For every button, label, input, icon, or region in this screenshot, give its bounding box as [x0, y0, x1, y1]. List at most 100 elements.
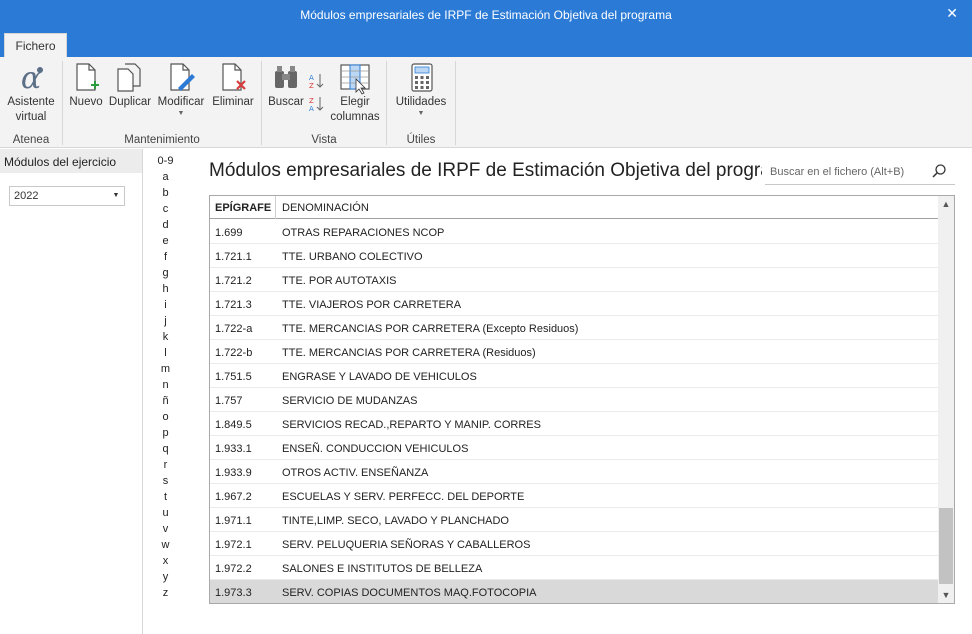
- alphabet-letter[interactable]: u: [144, 507, 187, 519]
- alphabet-letter[interactable]: x: [144, 555, 187, 567]
- binoculars-icon: [275, 66, 297, 88]
- duplicar-button[interactable]: Duplicar: [107, 61, 153, 110]
- page-title: Módulos empresariales de IRPF de Estimac…: [209, 160, 762, 181]
- alphabet-letter[interactable]: p: [144, 427, 187, 439]
- table-row[interactable]: 1.933.9 OTROS ACTIV. ENSEÑANZA: [210, 460, 938, 484]
- group-label-utiles: Útiles: [406, 134, 436, 146]
- table-row[interactable]: 1.722-b TTE. MERCANCIAS POR CARRETERA (Re…: [210, 340, 938, 364]
- eliminar-label: Eliminar: [212, 96, 254, 108]
- window-title: Módulos empresariales de IRPF de Estimac…: [300, 8, 672, 22]
- cell-denominacion: TTE. VIAJEROS POR CARRETERA: [282, 299, 462, 311]
- eliminar-button[interactable]: Eliminar: [209, 61, 257, 110]
- alphabet-letter[interactable]: s: [144, 475, 187, 487]
- table-row[interactable]: 1.967.2 ESCUELAS Y SERV. PERFECC. DEL DEP…: [210, 484, 938, 508]
- alphabet-letter[interactable]: k: [144, 331, 187, 343]
- alphabet-letter[interactable]: z: [144, 587, 187, 599]
- table-row[interactable]: 1.721.3 TTE. VIAJEROS POR CARRETERA: [210, 292, 938, 316]
- alphabet-letter[interactable]: n: [144, 379, 187, 391]
- table-row[interactable]: 1.721.1 TTE. URBANO COLECTIVO: [210, 244, 938, 268]
- chevron-down-icon[interactable]: ▼: [108, 187, 124, 205]
- alphabet-letter[interactable]: h: [144, 283, 187, 295]
- table-row[interactable]: 1.849.5 SERVICIOS RECAD.,REPARTO Y MANIP.…: [210, 412, 938, 436]
- cell-denominacion: ENGRASE Y LAVADO DE VEHICULOS: [282, 371, 477, 383]
- alphabet-letter[interactable]: 0-9: [144, 155, 187, 167]
- table-row[interactable]: 1.972.1 SERV. PELUQUERIA SEÑORAS Y CABALL…: [210, 532, 938, 556]
- cell-denominacion: SERV. PELUQUERIA SEÑORAS Y CABALLEROS: [282, 539, 531, 551]
- alphabet-letter[interactable]: g: [144, 267, 187, 279]
- group-utiles: Utilidades ▼ Útiles: [387, 57, 455, 148]
- table-row[interactable]: 1.973.3 SERV. COPIAS DOCUMENTOS MAQ.FOTOC…: [210, 580, 938, 603]
- close-icon[interactable]: ✕: [946, 6, 958, 22]
- tab-fichero[interactable]: Fichero: [4, 33, 67, 57]
- year-select[interactable]: 2022 ▼: [9, 186, 125, 206]
- column-header-epigrafe[interactable]: EPÍGRAFE: [215, 202, 271, 214]
- search-icon[interactable]: [931, 163, 947, 179]
- alphabet-letter[interactable]: j: [144, 315, 187, 327]
- alphabet-letter[interactable]: w: [144, 539, 187, 551]
- buscar-button[interactable]: Buscar: [266, 61, 306, 110]
- table-row[interactable]: 1.933.1 ENSEÑ. CONDUCCION VEHICULOS: [210, 436, 938, 460]
- table-row[interactable]: 1.751.5 ENGRASE Y LAVADO DE VEHICULOS: [210, 364, 938, 388]
- cell-denominacion: TTE. URBANO COLECTIVO: [282, 251, 423, 263]
- table-row[interactable]: 1.721.2 TTE. POR AUTOTAXIS: [210, 268, 938, 292]
- group-atenea: α Asistente virtual Atenea: [0, 57, 62, 148]
- alphabet-letter[interactable]: i: [144, 299, 187, 311]
- table-row[interactable]: 1.971.1 TINTE,LIMP. SECO, LAVADO Y PLANCH…: [210, 508, 938, 532]
- alphabet-letter[interactable]: e: [144, 235, 187, 247]
- cell-epigrafe: 1.699: [215, 227, 243, 239]
- alphabet-letter[interactable]: y: [144, 571, 187, 583]
- cell-denominacion: TINTE,LIMP. SECO, LAVADO Y PLANCHADO: [282, 515, 509, 527]
- column-header-denominacion[interactable]: DENOMINACIÓN: [282, 202, 369, 214]
- nuevo-button[interactable]: Nuevo: [67, 61, 105, 110]
- delete-document-icon: [222, 63, 246, 91]
- cell-epigrafe: 1.751.5: [215, 371, 252, 383]
- sort-descending-icon[interactable]: Z A: [308, 95, 324, 113]
- cell-epigrafe: 1.721.1: [215, 251, 252, 263]
- alphabet-letter[interactable]: m: [144, 363, 187, 375]
- elegir-columnas-button[interactable]: Elegir columnas: [328, 61, 382, 125]
- modificar-label: Modificar: [157, 96, 205, 108]
- search-input[interactable]: Buscar en el fichero (Alt+B): [765, 161, 955, 185]
- alphabet-letter[interactable]: q: [144, 443, 187, 455]
- alphabet-letter[interactable]: c: [144, 203, 187, 215]
- scroll-up-icon[interactable]: ▲: [938, 196, 954, 212]
- svg-text:Z: Z: [309, 82, 314, 90]
- asistente-label-1: Asistente: [7, 96, 55, 108]
- alphabet-letter[interactable]: f: [144, 251, 187, 263]
- cell-denominacion: OTROS ACTIV. ENSEÑANZA: [282, 467, 429, 479]
- alphabet-letter[interactable]: o: [144, 411, 187, 423]
- cell-denominacion: OTRAS REPARACIONES NCOP: [282, 227, 445, 239]
- table-row[interactable]: 1.722-a TTE. MERCANCIAS POR CARRETERA (Ex…: [210, 316, 938, 340]
- scrollbar-thumb[interactable]: [939, 508, 953, 584]
- group-label-vista: Vista: [311, 134, 337, 146]
- sort-ascending-icon[interactable]: A Z: [308, 72, 324, 90]
- alpha-icon: α: [21, 61, 43, 95]
- cell-epigrafe: 1.933.1: [215, 443, 252, 455]
- search-placeholder: Buscar en el fichero (Alt+B): [770, 166, 905, 178]
- alphabet-letter[interactable]: r: [144, 459, 187, 471]
- calculator-icon: [411, 63, 433, 92]
- cell-epigrafe: 1.972.1: [215, 539, 252, 551]
- group-mantenimiento: Nuevo Duplicar Modificar ▼ Eliminar Mant…: [63, 57, 261, 148]
- vertical-scrollbar[interactable]: ▲ ▼: [938, 196, 954, 603]
- alphabet-letter[interactable]: t: [144, 491, 187, 503]
- alphabet-letter[interactable]: v: [144, 523, 187, 535]
- utilidades-button[interactable]: Utilidades ▼: [391, 61, 451, 118]
- left-panel-header: Módulos del ejercicio: [0, 149, 142, 173]
- nuevo-label: Nuevo: [69, 96, 103, 108]
- scroll-down-icon[interactable]: ▼: [938, 587, 954, 603]
- asistente-virtual-button[interactable]: α Asistente virtual: [4, 61, 58, 125]
- table-row[interactable]: 1.972.2 SALONES E INSTITUTOS DE BELLEZA: [210, 556, 938, 580]
- cell-epigrafe: 1.972.2: [215, 563, 252, 575]
- table-row[interactable]: 1.699 OTRAS REPARACIONES NCOP: [210, 220, 938, 244]
- alphabet-letter[interactable]: d: [144, 219, 187, 231]
- alphabet-letter[interactable]: l: [144, 347, 187, 359]
- alphabet-letter[interactable]: b: [144, 187, 187, 199]
- cell-denominacion: ENSEÑ. CONDUCCION VEHICULOS: [282, 443, 469, 455]
- cell-epigrafe: 1.973.3: [215, 587, 252, 599]
- svg-text:A: A: [309, 74, 314, 82]
- table-row[interactable]: 1.757 SERVICIO DE MUDANZAS: [210, 388, 938, 412]
- alphabet-letter[interactable]: a: [144, 171, 187, 183]
- alphabet-letter[interactable]: ñ: [144, 395, 187, 407]
- modificar-button[interactable]: Modificar ▼: [155, 61, 207, 118]
